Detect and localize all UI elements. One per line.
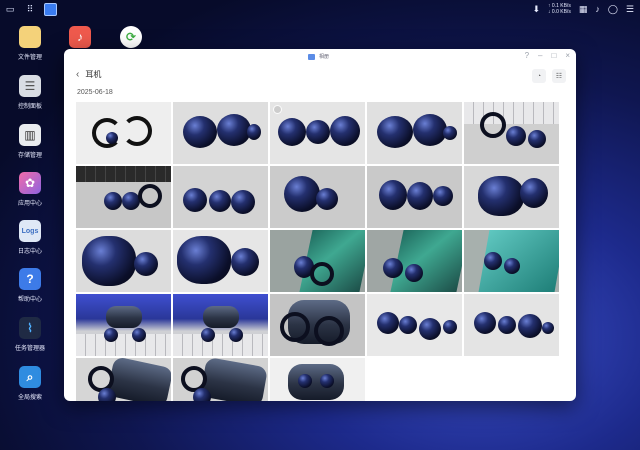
desktop-icon-app-center[interactable]: ✿ 应用中心	[4, 172, 56, 207]
photo-thumbnail[interactable]	[464, 166, 559, 228]
photo-thumbnail[interactable]	[173, 102, 268, 164]
download-icon[interactable]: ⬇	[532, 4, 540, 15]
album-nav: ‹ 耳机	[76, 69, 101, 80]
photo-thumbnail[interactable]	[173, 294, 268, 356]
date-group-label: 2025-06-18	[77, 89, 113, 96]
desktop-icon-help[interactable]: ? 帮助中心	[4, 268, 56, 303]
window-app-label: 相册	[308, 53, 329, 60]
file-manager-active-icon[interactable]	[44, 3, 57, 16]
window-titlebar[interactable]: 相册 ? – □ ×	[64, 49, 576, 63]
storage-icon: ▥	[19, 124, 41, 146]
top-bar: ▭ ⠿ ⬇ ↑ 0.1 KB/s ↓ 0.0 KB/s ▦ ♪ ◯ ☰	[0, 0, 640, 20]
desktop-icon-control-panel[interactable]: ☰ 控制面板	[4, 75, 56, 110]
photo-grid	[76, 102, 568, 401]
desktop-icon-log-center[interactable]: Logs 日志中心	[4, 220, 56, 255]
desktop-icon-sync[interactable]: ⟳	[105, 26, 157, 48]
control-panel-icon: ☰	[19, 75, 41, 97]
folder-icon	[19, 26, 41, 48]
desktop-icon-global-search[interactable]: ⌕ 全局搜索	[4, 366, 56, 401]
photo-thumbnail[interactable]	[367, 102, 462, 164]
desktop-icon-file-manager[interactable]: 文件管理	[4, 26, 56, 61]
photo-thumbnail[interactable]	[270, 358, 365, 401]
search-icon: ⌕	[19, 366, 41, 388]
photos-window: 相册 ? – □ × ‹ 耳机 ◔ ☷ 2025-06-18	[64, 49, 576, 401]
help-icon: ?	[19, 268, 41, 290]
photo-thumbnail[interactable]	[464, 102, 559, 164]
sync-app-icon: ⟳	[120, 26, 142, 48]
photo-thumbnail[interactable]	[173, 358, 268, 401]
app-center-icon: ✿	[19, 172, 41, 194]
bell-icon[interactable]: ♪	[595, 4, 600, 14]
photo-thumbnail[interactable]	[173, 166, 268, 228]
photo-thumbnail[interactable]	[173, 230, 268, 292]
select-icon[interactable]: ◔	[532, 69, 546, 83]
photo-thumbnail[interactable]	[76, 102, 171, 164]
minimize-button[interactable]: –	[538, 51, 542, 60]
backup-icon[interactable]: ▦	[579, 4, 588, 15]
photo-thumbnail[interactable]	[270, 166, 365, 228]
more-icon[interactable]: ☰	[626, 4, 634, 15]
apps-grid-icon[interactable]: ⠿	[24, 4, 36, 16]
photo-thumbnail[interactable]	[76, 294, 171, 356]
help-button[interactable]: ?	[525, 51, 529, 60]
music-app-icon: ♪	[69, 26, 91, 48]
task-manager-icon: ⌇	[19, 317, 41, 339]
photo-thumbnail[interactable]	[464, 230, 559, 292]
photo-thumbnail[interactable]	[270, 230, 365, 292]
desktop-icon-music[interactable]: ♪	[54, 26, 106, 48]
photo-thumbnail[interactable]	[270, 102, 365, 164]
desktop-icon-storage[interactable]: ▥ 存储管理	[4, 124, 56, 159]
photo-thumbnail[interactable]	[367, 294, 462, 356]
log-icon: Logs	[19, 220, 41, 242]
window-icon[interactable]: ▭	[4, 4, 16, 16]
photo-thumbnail[interactable]	[367, 166, 462, 228]
close-button[interactable]: ×	[565, 51, 570, 60]
album-title: 耳机	[85, 70, 102, 79]
photo-thumbnail[interactable]	[367, 230, 462, 292]
photo-thumbnail[interactable]	[76, 166, 171, 228]
back-icon[interactable]: ‹	[76, 69, 79, 80]
photo-thumbnail[interactable]	[270, 294, 365, 356]
network-speed: ↑ 0.1 KB/s ↓ 0.0 KB/s	[548, 3, 571, 15]
photo-thumbnail[interactable]	[76, 358, 171, 401]
photo-thumbnail[interactable]	[76, 230, 171, 292]
user-icon[interactable]: ◯	[608, 4, 618, 15]
view-mode-icon[interactable]: ☷	[552, 69, 566, 83]
desktop-icon-task-manager[interactable]: ⌇ 任务管理器	[4, 317, 56, 352]
photo-thumbnail[interactable]	[464, 294, 559, 356]
photos-app-icon	[308, 53, 315, 60]
maximize-button[interactable]: □	[551, 51, 556, 60]
